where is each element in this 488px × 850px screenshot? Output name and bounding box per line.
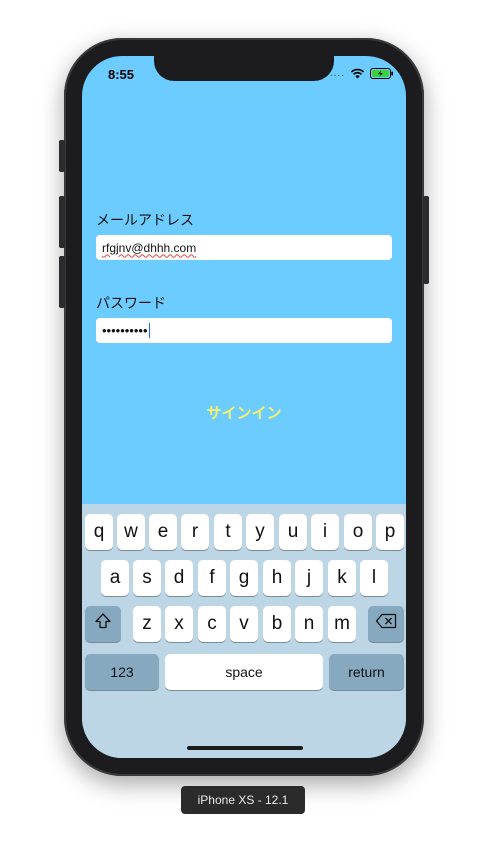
text-caret bbox=[148, 323, 150, 338]
key-j[interactable]: j bbox=[295, 560, 323, 596]
status-indicators: .... bbox=[330, 68, 394, 79]
key-o[interactable]: o bbox=[344, 514, 372, 550]
key-i[interactable]: i bbox=[311, 514, 339, 550]
space-key[interactable]: space bbox=[165, 654, 323, 690]
key-h[interactable]: h bbox=[263, 560, 291, 596]
volume-up-button bbox=[59, 196, 65, 248]
key-m[interactable]: m bbox=[328, 606, 356, 642]
phone-screen: 8:55 .... メールアドレス rfgjnv@dhhh.com パスワード … bbox=[82, 56, 406, 758]
power-button bbox=[423, 196, 429, 284]
key-r[interactable]: r bbox=[181, 514, 209, 550]
key-k[interactable]: k bbox=[328, 560, 356, 596]
signal-dots: .... bbox=[329, 68, 345, 79]
shift-key[interactable] bbox=[85, 606, 121, 642]
numbers-key[interactable]: 123 bbox=[85, 654, 159, 690]
battery-icon bbox=[370, 68, 394, 79]
status-time: 8:55 bbox=[108, 67, 135, 82]
home-indicator[interactable] bbox=[187, 746, 303, 750]
key-v[interactable]: v bbox=[230, 606, 258, 642]
delete-key[interactable] bbox=[368, 606, 404, 642]
notch bbox=[154, 56, 334, 81]
key-l[interactable]: l bbox=[360, 560, 388, 596]
signin-button[interactable]: サインイン bbox=[82, 402, 406, 423]
key-g[interactable]: g bbox=[230, 560, 258, 596]
key-t[interactable]: t bbox=[214, 514, 242, 550]
key-f[interactable]: f bbox=[198, 560, 226, 596]
email-value: rfgjnv@dhhh.com bbox=[102, 240, 197, 255]
key-z[interactable]: z bbox=[133, 606, 161, 642]
key-n[interactable]: n bbox=[295, 606, 323, 642]
key-w[interactable]: w bbox=[117, 514, 145, 550]
key-a[interactable]: a bbox=[101, 560, 129, 596]
volume-down-button bbox=[59, 256, 65, 308]
delete-icon bbox=[375, 613, 397, 635]
email-field[interactable]: rfgjnv@dhhh.com bbox=[96, 235, 392, 260]
return-key[interactable]: return bbox=[329, 654, 404, 690]
key-s[interactable]: s bbox=[133, 560, 161, 596]
wifi-icon bbox=[350, 68, 365, 79]
silent-switch bbox=[59, 140, 65, 172]
keyboard: q w e r t y u i o p a s d f g h j k l z … bbox=[82, 504, 406, 758]
email-label: メールアドレス bbox=[96, 212, 194, 228]
password-value: •••••••••• bbox=[102, 323, 148, 338]
password-label: パスワード bbox=[96, 295, 166, 311]
key-c[interactable]: c bbox=[198, 606, 226, 642]
shift-icon bbox=[94, 612, 112, 636]
key-b[interactable]: b bbox=[263, 606, 291, 642]
key-p[interactable]: p bbox=[376, 514, 404, 550]
key-u[interactable]: u bbox=[279, 514, 307, 550]
device-label: iPhone XS - 12.1 bbox=[181, 786, 305, 814]
key-q[interactable]: q bbox=[85, 514, 113, 550]
key-y[interactable]: y bbox=[246, 514, 274, 550]
key-d[interactable]: d bbox=[165, 560, 193, 596]
key-x[interactable]: x bbox=[165, 606, 193, 642]
password-field[interactable]: •••••••••• bbox=[96, 318, 392, 343]
key-e[interactable]: e bbox=[149, 514, 177, 550]
